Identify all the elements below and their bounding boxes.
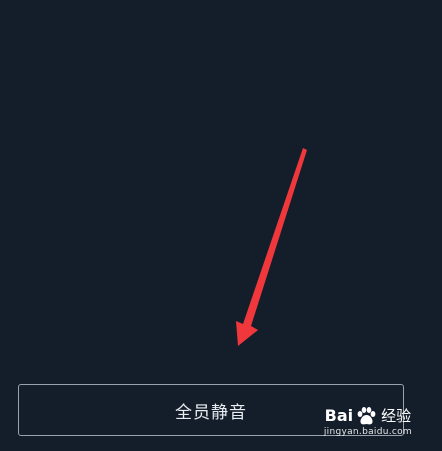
watermark-brand-right: 经验 <box>381 406 412 425</box>
baidu-paw-icon <box>357 407 376 425</box>
baidu-jingyan-watermark: Bai 经验 jingyan.baidu.com <box>324 406 412 437</box>
watermark-brand-left: Bai <box>324 406 354 425</box>
meeting-screen: 全员静音 Bai 经验 jingyan.baidu.com <box>0 0 442 451</box>
watermark-url: jingyan.baidu.com <box>323 427 412 437</box>
